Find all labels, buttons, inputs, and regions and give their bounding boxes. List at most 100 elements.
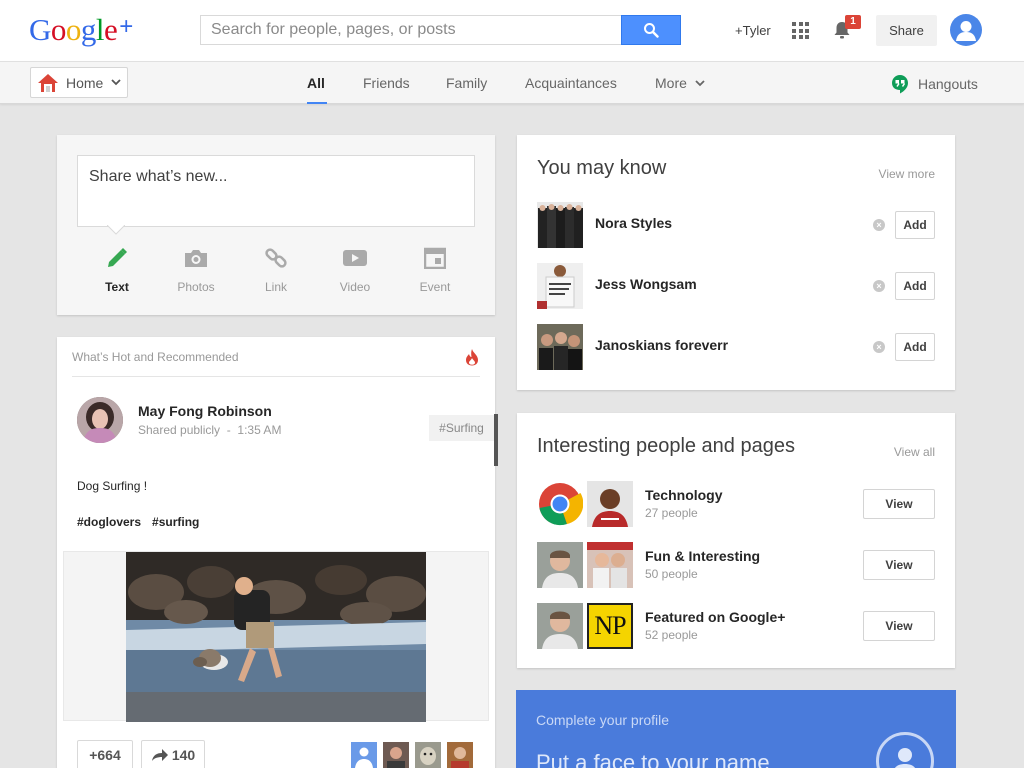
google-plus-logo[interactable]: Google+: [29, 12, 133, 48]
share-link-button[interactable]: Link: [246, 243, 306, 294]
profile-photo-placeholder-icon[interactable]: [876, 732, 934, 768]
share-photos-label: Photos: [177, 280, 215, 294]
divider: [72, 376, 480, 377]
collection-row: NP Featured on Google+ 52 people View: [537, 603, 935, 649]
search-button[interactable]: [621, 15, 681, 45]
np-logo-icon[interactable]: NP: [587, 603, 633, 649]
view-all-link[interactable]: View all: [894, 445, 935, 459]
suggested-person-name[interactable]: Janoskians foreverr: [595, 337, 728, 353]
tab-family[interactable]: Family: [446, 75, 487, 91]
share-button[interactable]: Share: [876, 15, 937, 46]
share-photos-button[interactable]: Photos: [166, 243, 226, 294]
search-input[interactable]: [200, 15, 622, 45]
share-video-label: Video: [339, 280, 371, 294]
account-avatar[interactable]: [950, 14, 982, 46]
collection-member-avatar[interactable]: [537, 542, 583, 588]
post-card: What’s Hot and Recommended May Fong Robi…: [57, 337, 498, 768]
home-icon: [38, 73, 58, 92]
post-hashtag-pill[interactable]: #Surfing: [429, 415, 494, 441]
suggested-person-name[interactable]: Nora Styles: [595, 215, 672, 231]
collection-name[interactable]: Featured on Google+: [645, 609, 785, 625]
interesting-pages-card: Interesting people and pages View all Te…: [517, 413, 955, 668]
share-event-label: Event: [419, 280, 451, 294]
view-collection-button[interactable]: View: [863, 489, 935, 519]
hangouts-button[interactable]: Hangouts: [891, 74, 978, 94]
surfing-dog-photo: [126, 552, 426, 722]
hashtag-link[interactable]: #surfing: [152, 515, 199, 529]
home-dropdown[interactable]: Home: [30, 67, 128, 98]
dismiss-icon[interactable]: ×: [873, 280, 885, 292]
share-text-button[interactable]: Text: [87, 243, 147, 294]
collection-count: 50 people: [645, 567, 698, 581]
collection-name[interactable]: Technology: [645, 487, 723, 503]
collection-row: Technology 27 people View: [537, 481, 935, 527]
post-time[interactable]: 1:35 AM: [237, 423, 281, 437]
post-author-name[interactable]: May Fong Robinson: [138, 403, 272, 419]
chrome-logo-icon[interactable]: [537, 481, 583, 527]
plus-one-button[interactable]: +664: [77, 740, 133, 768]
post-text: Dog Surfing !: [77, 479, 148, 493]
calendar-icon: [424, 247, 446, 269]
np-logo-text: NP: [594, 611, 626, 640]
tab-more-label: More: [655, 75, 687, 91]
dismiss-icon[interactable]: ×: [873, 341, 885, 353]
post-meta: Shared publicly - 1:35 AM: [138, 423, 282, 437]
post-author-avatar[interactable]: [77, 397, 123, 443]
dismiss-icon[interactable]: ×: [873, 219, 885, 231]
tab-more[interactable]: More: [655, 75, 705, 91]
share-box: Share what’s new... Text Photos Link Vid…: [57, 135, 495, 315]
tab-acquaintances[interactable]: Acquaintances: [525, 75, 617, 91]
you-may-know-title: You may know: [537, 157, 667, 179]
plusser-avatar[interactable]: [415, 742, 441, 768]
chevron-down-icon: [111, 79, 121, 86]
reshare-button[interactable]: 140: [141, 740, 205, 768]
view-collection-button[interactable]: View: [863, 550, 935, 580]
active-tab-indicator: [307, 102, 327, 104]
plusser-avatar[interactable]: [351, 742, 377, 768]
collection-name[interactable]: Fun & Interesting: [645, 548, 760, 564]
author-photo: [77, 397, 123, 443]
suggested-person-row: Jess Wongsam × Add: [537, 263, 935, 309]
you-may-know-card: You may know View more Nora Styles × Add…: [517, 135, 955, 390]
share-input[interactable]: Share what’s new...: [77, 155, 475, 227]
post-hashtags: #doglovers #surfing: [77, 515, 210, 529]
suggested-person-avatar[interactable]: [537, 324, 583, 370]
hangouts-icon: [892, 75, 908, 94]
collection-member-avatar[interactable]: [587, 542, 633, 588]
hashtag-link[interactable]: #doglovers: [77, 515, 141, 529]
complete-profile-card[interactable]: Complete your profile Put a face to your…: [516, 690, 956, 768]
pencil-icon: [108, 248, 127, 267]
search-icon: [644, 23, 659, 38]
plusser-avatar[interactable]: [447, 742, 473, 768]
collection-member-avatar[interactable]: [537, 603, 583, 649]
add-person-button[interactable]: Add: [895, 333, 935, 361]
apps-grid-icon[interactable]: [792, 22, 809, 39]
add-person-button[interactable]: Add: [895, 272, 935, 300]
view-collection-button[interactable]: View: [863, 611, 935, 641]
hangouts-label: Hangouts: [918, 76, 978, 92]
home-label: Home: [66, 74, 104, 91]
video-icon: [343, 250, 367, 266]
add-person-button[interactable]: Add: [895, 211, 935, 239]
profile-name-link[interactable]: +Tyler: [735, 23, 771, 38]
plusser-avatar[interactable]: [383, 742, 409, 768]
flame-icon: [466, 349, 478, 366]
share-video-button[interactable]: Video: [325, 243, 385, 294]
person-silhouette-icon: [894, 748, 916, 768]
top-bar: Google+ +Tyler 1 Share: [0, 0, 1024, 61]
tab-all[interactable]: All: [307, 75, 325, 91]
suggested-person-avatar[interactable]: [537, 202, 583, 248]
post-media: [63, 551, 489, 722]
share-event-button[interactable]: Event: [405, 243, 465, 294]
view-more-link[interactable]: View more: [879, 167, 935, 181]
post-image[interactable]: [126, 552, 426, 722]
collection-row: Fun & Interesting 50 people View: [537, 542, 935, 588]
tab-friends[interactable]: Friends: [363, 75, 410, 91]
suggested-person-avatar[interactable]: [537, 263, 583, 309]
stream-nav-bar: Home All Friends Family Acquaintances Mo…: [0, 61, 1024, 104]
share-link-label: Link: [264, 280, 287, 294]
interesting-pages-title: Interesting people and pages: [537, 435, 795, 457]
collection-member-avatar[interactable]: [587, 481, 633, 527]
scroll-handle[interactable]: [494, 414, 498, 466]
suggested-person-name[interactable]: Jess Wongsam: [595, 276, 697, 292]
